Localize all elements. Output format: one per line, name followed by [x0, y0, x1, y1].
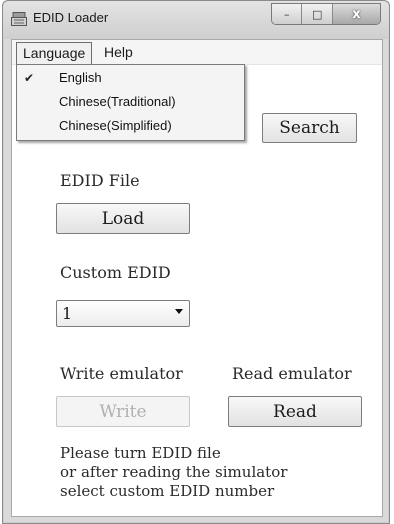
- read-button[interactable]: Read: [228, 396, 362, 427]
- edid-loader-window: EDID Loader – □ x Language Help Search E…: [2, 0, 390, 524]
- title-bar[interactable]: EDID Loader – □ x: [3, 1, 389, 39]
- window-title: EDID Loader: [33, 10, 109, 25]
- menu-item-english[interactable]: ✔ English: [17, 67, 244, 91]
- edid-loader-app-icon: [11, 12, 27, 26]
- menu-item-label: English: [59, 70, 102, 85]
- menu-bar: Language Help: [12, 40, 382, 65]
- menu-language[interactable]: Language: [16, 42, 92, 64]
- edid-file-label: EDID File: [60, 171, 140, 190]
- close-button[interactable]: x: [332, 4, 380, 24]
- caption-buttons: – □ x: [271, 3, 381, 25]
- search-button[interactable]: Search: [262, 113, 357, 143]
- menu-item-label: Chinese(Traditional): [59, 94, 176, 109]
- read-emulator-label: Read emulator: [232, 364, 352, 383]
- instructions-line: select custom EDID number: [60, 482, 275, 500]
- language-dropdown-menu: ✔ English Chinese(Traditional) Chinese(S…: [16, 64, 245, 141]
- check-icon: ✔: [24, 71, 35, 85]
- menu-item-chinese-simplified[interactable]: Chinese(Simplified): [17, 115, 244, 139]
- menu-item-chinese-traditional[interactable]: Chinese(Traditional): [17, 91, 244, 115]
- chevron-down-icon: [175, 309, 183, 314]
- write-button[interactable]: Write: [56, 396, 190, 427]
- minimize-button[interactable]: –: [272, 4, 303, 24]
- maximize-button[interactable]: □: [302, 4, 333, 24]
- instructions-text: Please turn EDID file or after reading t…: [60, 444, 287, 501]
- custom-edid-selected-value: 1: [62, 304, 73, 323]
- menu-help[interactable]: Help: [98, 42, 139, 64]
- client-area: Language Help Search EDID File Load Cust…: [11, 39, 383, 517]
- instructions-line: Please turn EDID file: [60, 444, 221, 462]
- menu-item-label: Chinese(Simplified): [59, 118, 172, 133]
- instructions-line: or after reading the simulator: [60, 463, 288, 481]
- custom-edid-label: Custom EDID: [60, 263, 171, 282]
- custom-edid-select[interactable]: 1: [56, 300, 190, 327]
- load-button[interactable]: Load: [56, 203, 190, 234]
- write-emulator-label: Write emulator: [60, 364, 183, 383]
